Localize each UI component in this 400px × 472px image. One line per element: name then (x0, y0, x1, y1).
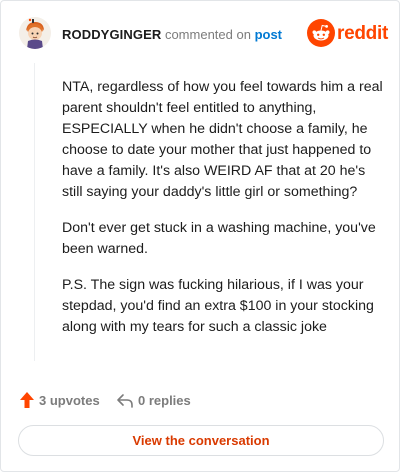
post-link[interactable]: post (255, 27, 282, 42)
username[interactable]: RODDYGINGER (62, 27, 161, 42)
user-avatar[interactable] (19, 17, 51, 49)
comment-paragraph: Don't ever get stuck in a washing machin… (62, 220, 376, 257)
upvote-count[interactable]: 3 upvotes (19, 390, 100, 410)
upvote-arrow-icon (20, 392, 34, 408)
reply-count[interactable]: 0 replies (116, 390, 191, 410)
reddit-logo-icon (307, 19, 335, 47)
comment-body: NTA, regardless of how you feel towards … (62, 77, 384, 353)
comment-embed-card: RODDYGINGER commented on post reddit NTA… (0, 0, 400, 472)
view-conversation-button[interactable]: View the conversation (18, 425, 384, 456)
thread-line (34, 63, 35, 361)
avatar-icon (19, 17, 51, 49)
comment-byline: RODDYGINGER commented on post (62, 27, 282, 42)
comment-paragraph: NTA, regardless of how you feel towards … (62, 79, 383, 200)
reply-arrow-icon (117, 394, 133, 408)
comment-header: RODDYGINGER commented on post reddit (17, 17, 388, 51)
reddit-brand[interactable]: reddit (307, 19, 388, 47)
comment-meta: 3 upvotes 0 replies (19, 390, 383, 410)
comment-paragraph: P.S. The sign was fucking hilarious, if … (62, 277, 374, 335)
byline-action-text: commented on (161, 27, 255, 42)
upvote-label: 3 upvotes (39, 392, 100, 408)
view-conversation-label: View the conversation (132, 433, 270, 448)
reply-label: 0 replies (138, 392, 191, 408)
reddit-wordmark: reddit (337, 23, 388, 44)
